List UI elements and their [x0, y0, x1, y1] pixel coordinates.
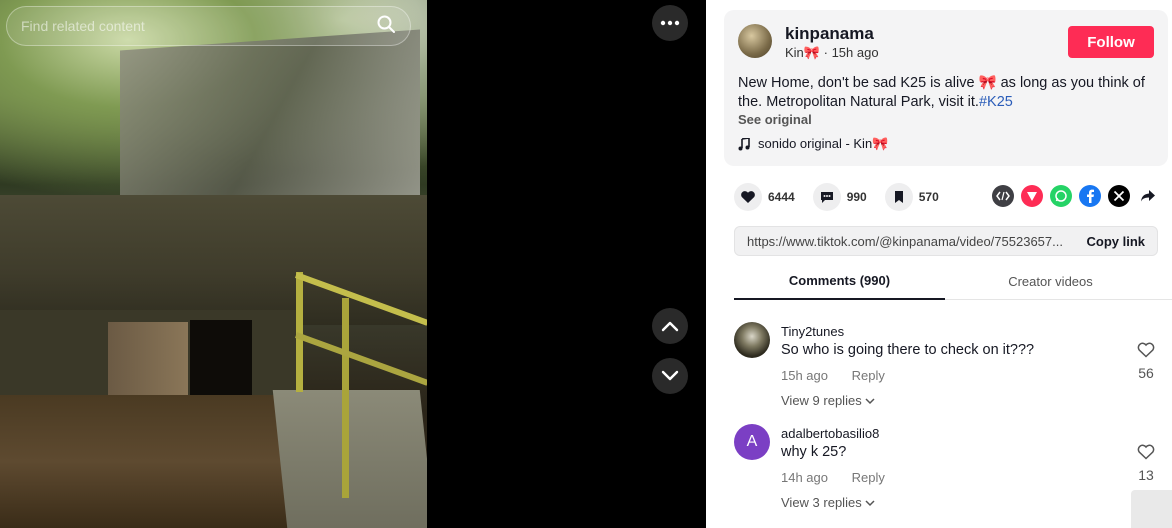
video-ledge: [272, 390, 427, 528]
comment-meta: 15h ago Reply: [781, 368, 905, 383]
comment-item: Tiny2tunes So who is going there to chec…: [734, 322, 1158, 412]
meta-separator: ·: [823, 45, 832, 60]
search-icon[interactable]: [376, 14, 396, 39]
bookmark-icon: [894, 191, 903, 203]
commenter-avatar[interactable]: A: [734, 424, 770, 460]
x-icon[interactable]: [1108, 185, 1130, 207]
comment-time: 15h ago: [781, 368, 828, 383]
share-link-box: https://www.tiktok.com/@kinpanama/video/…: [734, 226, 1158, 256]
app-root: Find related content kinpanama Kin🎀 · 15…: [0, 0, 1172, 528]
next-video-button[interactable]: [652, 358, 688, 394]
music-label: sonido original - Kin🎀: [758, 136, 889, 151]
tiktok-send-icon[interactable]: [1021, 185, 1043, 207]
comment-time: 14h ago: [781, 470, 828, 485]
comment-text: So who is going there to check on it???: [781, 342, 1035, 358]
follow-button[interactable]: Follow: [1068, 26, 1154, 58]
view-replies-label: View 3 replies: [781, 495, 862, 510]
comment-action[interactable]: 990: [812, 183, 867, 211]
post-time: 15h ago: [831, 45, 879, 60]
more-options-button[interactable]: [652, 5, 688, 41]
comment-button[interactable]: [812, 183, 841, 211]
video-player[interactable]: Find related content: [0, 0, 427, 528]
facebook-icon[interactable]: [1079, 185, 1101, 207]
comment-text: why k 25?: [781, 444, 847, 460]
comment-item: A adalbertobasilio8 why k 25? 14h ago Re…: [734, 424, 1158, 514]
video-bunker: [0, 195, 427, 325]
video-link-url[interactable]: https://www.tiktok.com/@kinpanama/video/…: [747, 234, 1086, 249]
like-count: 6444: [768, 190, 795, 204]
author-username[interactable]: kinpanama: [785, 24, 874, 44]
video-water: [0, 395, 300, 528]
tab-comments[interactable]: Comments (990): [734, 262, 945, 300]
caption-text: New Home, don't be sad K25 is alive 🎀 as…: [738, 75, 1145, 110]
comment-like[interactable]: 13: [1134, 444, 1158, 483]
author-meta: Kin🎀 · 15h ago: [785, 45, 879, 61]
whatsapp-icon[interactable]: [1050, 185, 1072, 207]
share-icons: [992, 185, 1159, 207]
like-action[interactable]: 6444: [734, 183, 795, 211]
see-original-link[interactable]: See original: [738, 112, 812, 127]
video-info-card: kinpanama Kin🎀 · 15h ago Follow New Home…: [724, 10, 1168, 166]
comment-like[interactable]: 56: [1134, 342, 1158, 381]
avatar-letter: A: [746, 433, 758, 450]
music-link[interactable]: sonido original - Kin🎀: [738, 136, 888, 152]
details-panel: kinpanama Kin🎀 · 15h ago Follow New Home…: [706, 0, 1172, 528]
save-button[interactable]: [884, 183, 913, 211]
search-input[interactable]: Find related content: [21, 18, 376, 34]
reply-button[interactable]: Reply: [852, 470, 885, 485]
save-action[interactable]: 570: [884, 183, 939, 211]
chevron-down-icon: [661, 370, 679, 381]
commenter-username[interactable]: Tiny2tunes: [781, 324, 844, 339]
previous-video-button[interactable]: [652, 308, 688, 344]
comment-like-count: 56: [1138, 365, 1154, 381]
view-replies-button[interactable]: View 9 replies: [781, 393, 875, 408]
commenter-avatar[interactable]: [734, 322, 770, 358]
comment-bubble-icon: [820, 192, 833, 203]
view-replies-button[interactable]: View 3 replies: [781, 495, 875, 510]
view-replies-label: View 9 replies: [781, 393, 862, 408]
author-display-name: Kin🎀: [785, 45, 820, 60]
hashtag-link[interactable]: #K25: [979, 94, 1013, 110]
corner-widget[interactable]: [1131, 490, 1172, 528]
search-bar[interactable]: Find related content: [6, 6, 411, 46]
video-wall: [120, 29, 420, 221]
reply-button[interactable]: Reply: [852, 368, 885, 383]
chevron-down-icon: [865, 398, 875, 405]
video-caption: New Home, don't be sad K25 is alive 🎀 as…: [738, 74, 1158, 112]
author-avatar[interactable]: [738, 24, 772, 58]
chevron-down-icon: [865, 500, 875, 507]
video-railing-post: [342, 298, 349, 498]
tab-creator-videos[interactable]: Creator videos: [945, 262, 1156, 300]
more-horizontal-icon: [660, 20, 680, 26]
comment-like-count: 13: [1138, 467, 1154, 483]
copy-link-button[interactable]: Copy link: [1086, 234, 1145, 249]
comment-count: 990: [846, 190, 867, 204]
commenter-username[interactable]: adalbertobasilio8: [781, 426, 879, 441]
heart-outline-icon: [1137, 444, 1155, 460]
like-button[interactable]: [734, 183, 762, 211]
save-count: 570: [918, 190, 939, 204]
music-note-icon: [738, 137, 750, 150]
video-railing-bar: [294, 332, 427, 386]
share-arrow-icon[interactable]: [1137, 185, 1159, 207]
embed-icon[interactable]: [992, 185, 1014, 207]
heart-outline-icon: [1137, 342, 1155, 358]
action-bar: 6444 990 570: [734, 183, 957, 211]
panel-tabs: Comments (990) Creator videos: [734, 262, 1172, 300]
comment-meta: 14h ago Reply: [781, 470, 905, 485]
heart-icon: [741, 191, 755, 203]
chevron-up-icon: [661, 321, 679, 332]
